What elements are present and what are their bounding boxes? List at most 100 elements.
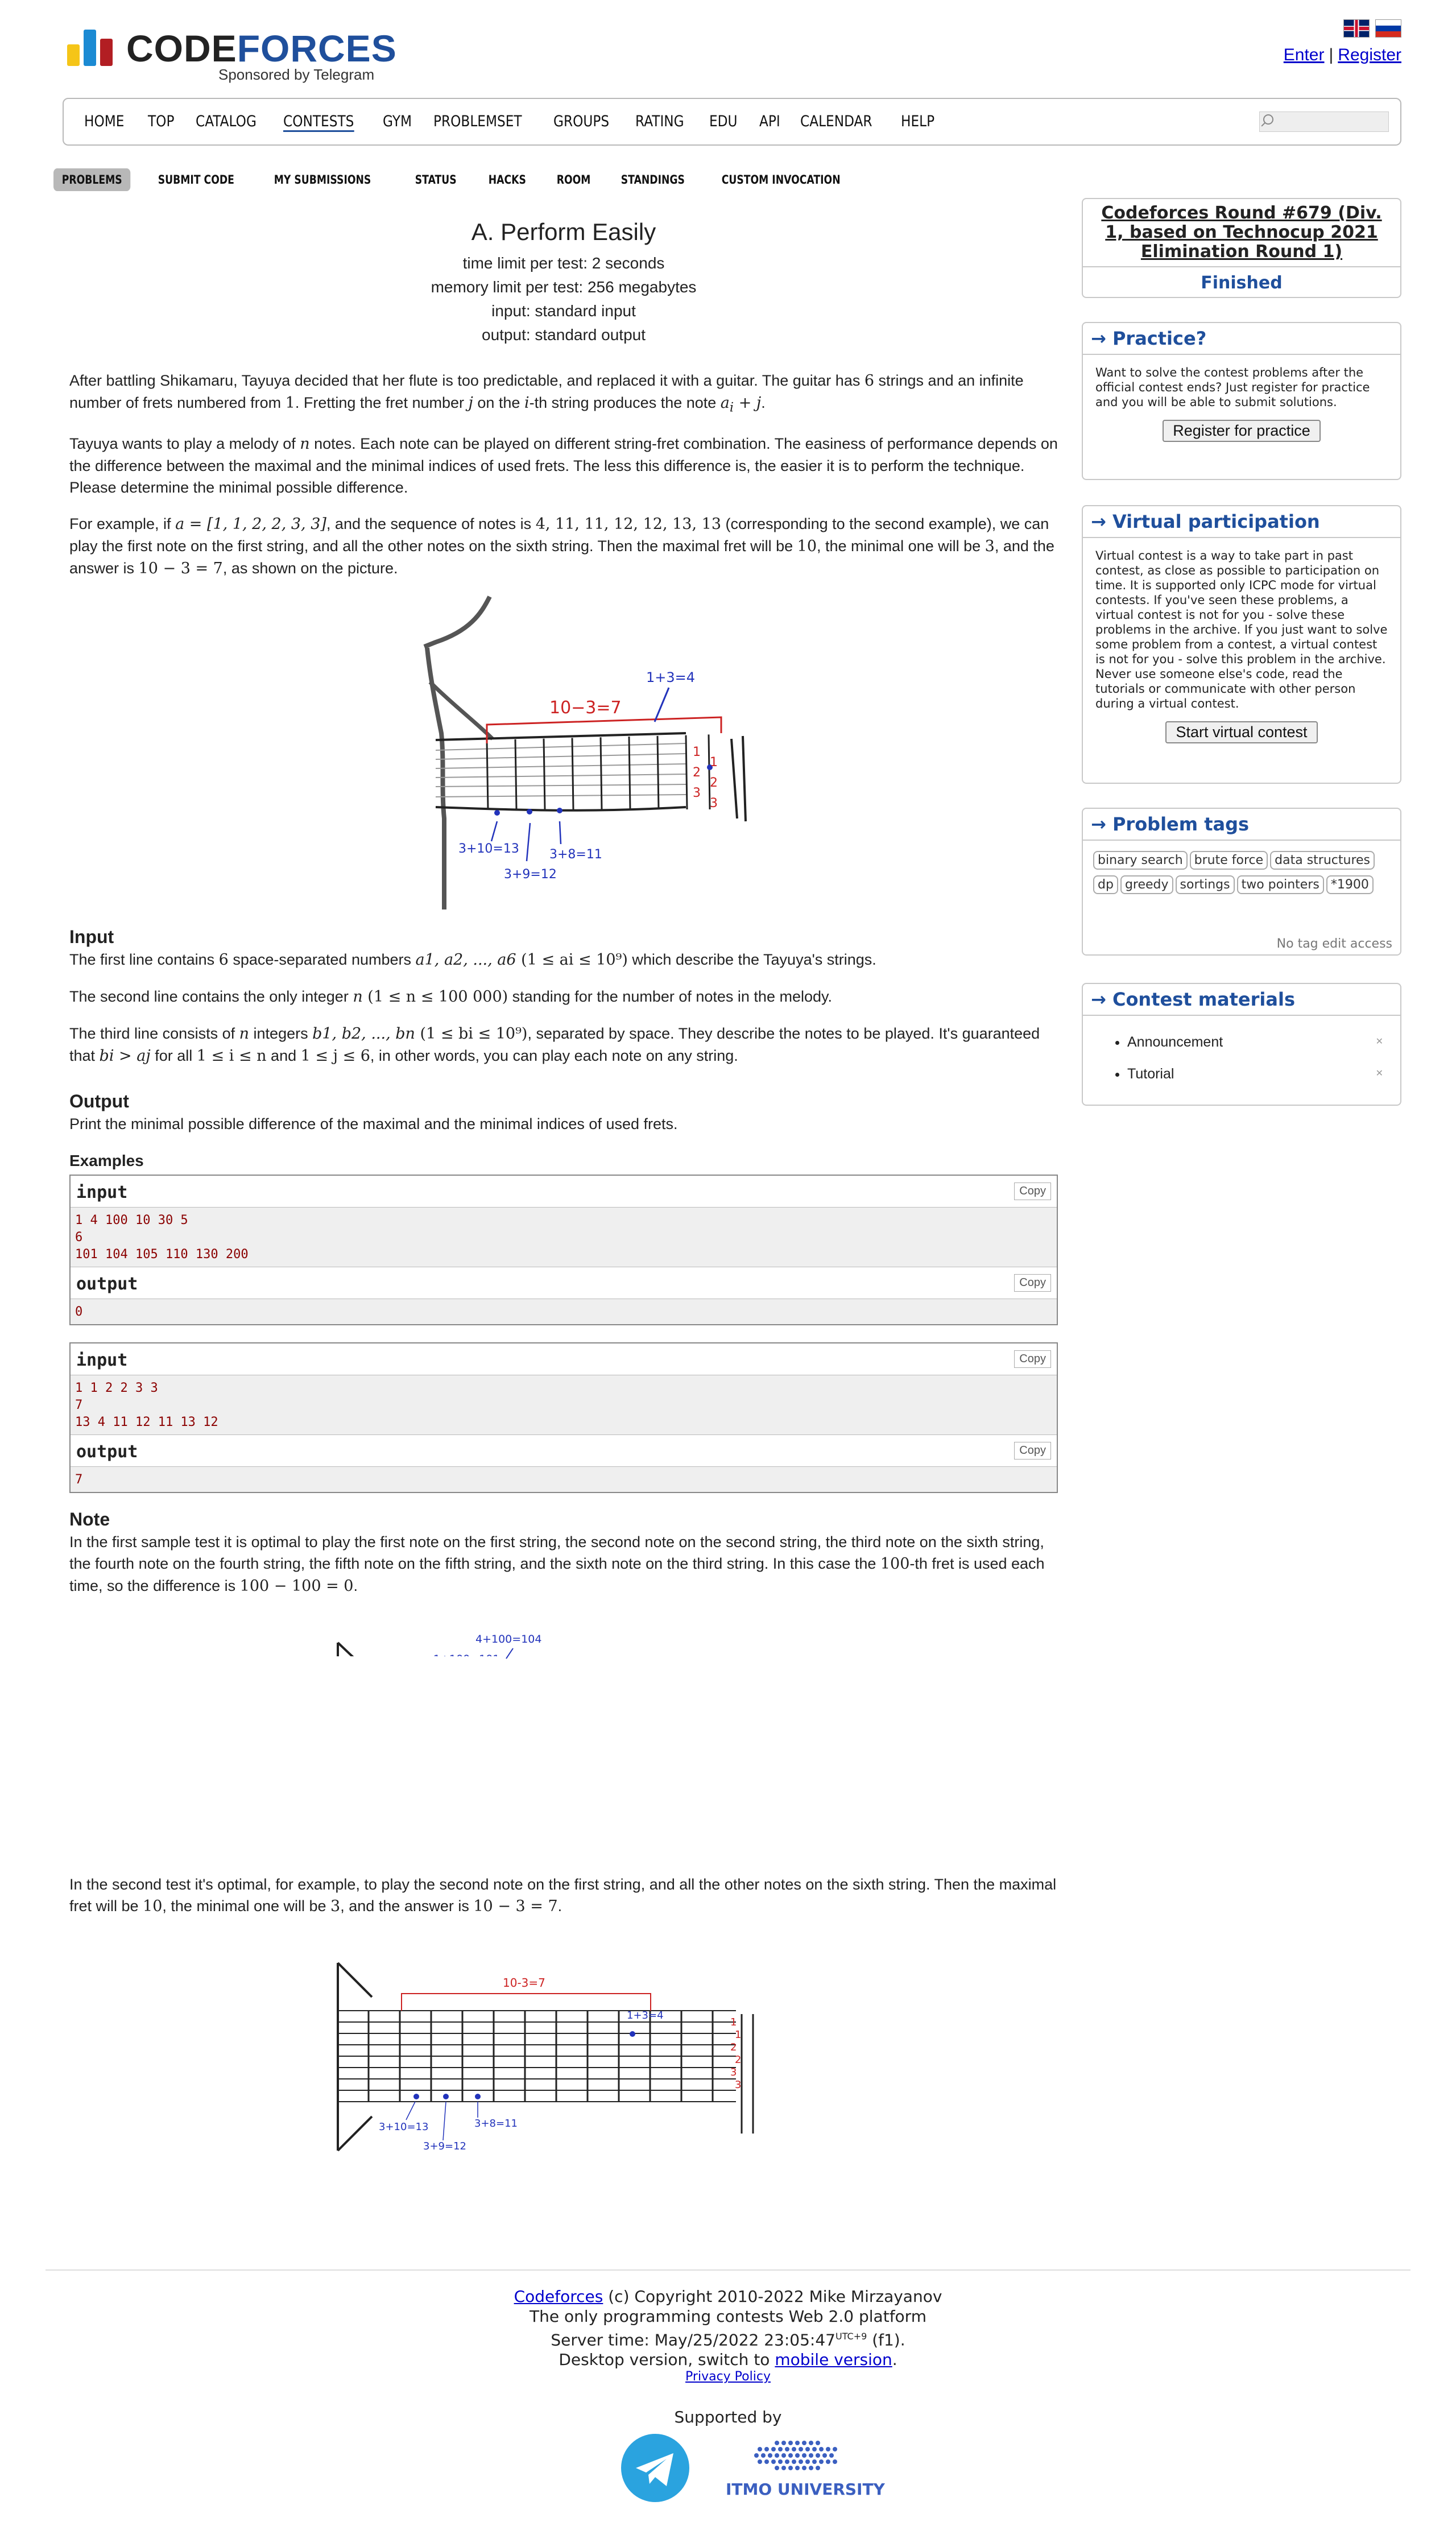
example-input-line: 6: [75, 1230, 83, 1245]
materials-list: Announcement ✕ Tutorial ✕: [1083, 1026, 1400, 1090]
start-virtual-button[interactable]: Start virtual contest: [1165, 721, 1318, 743]
subtab-custom-invocation[interactable]: CUSTOM INVOCATION: [713, 168, 849, 191]
fig1-fret: [599, 737, 603, 810]
fig3-string-label: 1: [735, 2029, 741, 2041]
time-limit: time limit per test: 2 seconds: [462, 254, 665, 272]
fig3-string-label: 2: [735, 2054, 741, 2066]
russia-flag-icon[interactable]: [1375, 19, 1401, 38]
tags-box: → Problem tags binary search brute force d…: [1082, 808, 1401, 956]
fig1-b3: 3+9=12: [504, 867, 557, 882]
enter-link[interactable]: Enter: [1284, 46, 1325, 64]
problem-title: A. Perform Easily: [471, 218, 656, 245]
material-announcement[interactable]: Announcement ✕: [1127, 1026, 1400, 1058]
itmo-dot: [758, 2459, 762, 2465]
itmo-logo-icon[interactable]: [751, 2438, 842, 2473]
supported-by: Supported by: [674, 2408, 782, 2427]
tag-two-pointers[interactable]: two pointers: [1236, 875, 1324, 894]
nav-item-problemset[interactable]: PROBLEMSET: [433, 113, 522, 132]
telegram-icon[interactable]: [620, 2433, 690, 2503]
nav-item-rating[interactable]: RATING: [635, 113, 684, 132]
itmo-dot: [809, 2441, 813, 2446]
note-figure-1: 4+100=104 1+100=101: [320, 1633, 615, 1668]
itmo-dot: [812, 2459, 817, 2465]
itmo-dot: [819, 2447, 824, 2452]
itmo-dot: [754, 2453, 759, 2458]
nav-item-calendar[interactable]: CALENDAR: [800, 113, 872, 132]
note-title: Note: [69, 1509, 110, 1530]
practice-title: → Practice?: [1083, 323, 1400, 355]
subtab-problems[interactable]: PROBLEMS: [53, 168, 131, 191]
tag-sortings[interactable]: sortings: [1175, 875, 1235, 894]
tag-dp[interactable]: dp: [1093, 875, 1118, 894]
language-flags: [1343, 19, 1401, 38]
nav-item-gym[interactable]: GYM: [383, 113, 412, 132]
problem-statement: A. Perform Easily time limit per test: 2…: [69, 210, 1058, 2179]
subtab-standings[interactable]: STANDINGS: [613, 168, 693, 191]
fig3-string-label: 3: [730, 2066, 737, 2078]
fig1-string-label: 2: [710, 776, 718, 790]
nav-item-groups[interactable]: GROUPS: [553, 113, 609, 132]
nav-item-help[interactable]: HELP: [901, 113, 934, 132]
fig3-b2: 3+8=11: [474, 2118, 518, 2130]
subtab-status[interactable]: STATUS: [407, 168, 465, 191]
nav-item-edu[interactable]: EDU: [709, 113, 738, 132]
itmo-dot: [816, 2441, 820, 2446]
copy-output-button[interactable]: Copy: [1014, 1274, 1051, 1292]
auth-links: Enter | Register: [1284, 46, 1401, 65]
fig3-bracket-label: 10-3=7: [503, 1976, 545, 1990]
output-title: Output: [69, 1091, 129, 1112]
output-file: output: standard output: [482, 326, 646, 344]
fig1-fret: [571, 738, 574, 810]
itmo-dot: [822, 2453, 827, 2458]
example-output-header: output Copy: [71, 1267, 1057, 1300]
mobile-version-link[interactable]: mobile version: [775, 2350, 892, 2369]
itmo-dot: [792, 2459, 796, 2465]
nav-item-top[interactable]: TOP: [148, 113, 174, 132]
subtab-my-submissions[interactable]: MY SUBMISSIONS: [266, 168, 379, 191]
nav-item-api[interactable]: API: [759, 113, 780, 132]
fig1-fret: [514, 739, 518, 810]
tag-greedy[interactable]: greedy: [1120, 875, 1173, 894]
input-line-1: The first line contains 6 space-separate…: [69, 951, 876, 969]
tag-brute-force[interactable]: brute force: [1189, 851, 1268, 870]
privacy-policy-link[interactable]: Privacy Policy: [685, 2370, 771, 2384]
example-output-line: 0: [75, 1305, 83, 1320]
copy-input-button[interactable]: Copy: [1014, 1350, 1051, 1369]
example-input-header: input Copy: [71, 1343, 1057, 1376]
register-practice-button[interactable]: Register for practice: [1163, 420, 1321, 442]
search-input[interactable]: [1259, 111, 1389, 132]
nav-item-contests[interactable]: CONTESTS: [283, 113, 354, 132]
subtab-submit-code[interactable]: SUBMIT CODE: [150, 168, 243, 191]
itmo-dot: [809, 2453, 813, 2458]
tag-1900[interactable]: *1900: [1326, 875, 1374, 894]
itmo-dot: [812, 2447, 817, 2452]
itmo-dot: [771, 2447, 776, 2452]
copy-input-button[interactable]: Copy: [1014, 1183, 1051, 1201]
fig1-string-label: 3: [693, 786, 701, 800]
itmo-dot: [816, 2453, 820, 2458]
itmo-dot: [829, 2453, 834, 2458]
tag-binary-search[interactable]: binary search: [1093, 851, 1188, 870]
uk-flag-icon[interactable]: [1343, 19, 1370, 38]
round-title[interactable]: Codeforces Round #679 (Div. 1, based on …: [1083, 199, 1400, 262]
itmo-dot: [781, 2453, 786, 2458]
itmo-dot: [785, 2447, 789, 2452]
itmo-dot: [788, 2441, 793, 2446]
itmo-dot: [764, 2447, 769, 2452]
tag-data-structures[interactable]: data structures: [1270, 851, 1375, 870]
itmo-dot: [805, 2447, 810, 2452]
memory-limit: memory limit per test: 256 megabytes: [431, 278, 697, 296]
nav-item-home[interactable]: HOME: [84, 113, 124, 132]
nav-item-catalog[interactable]: CATALOG: [196, 113, 257, 132]
material-tutorial[interactable]: Tutorial ✕: [1127, 1058, 1400, 1090]
register-link[interactable]: Register: [1338, 46, 1401, 64]
copy-output-button[interactable]: Copy: [1014, 1442, 1051, 1460]
fig1-fret: [628, 737, 631, 810]
subtab-room[interactable]: ROOM: [548, 168, 599, 191]
footer-codeforces-link[interactable]: Codeforces: [514, 2287, 603, 2306]
material-remove-icon: ✕: [1375, 1069, 1383, 1078]
fig3-string-label: 3: [735, 2079, 741, 2091]
subtab-hacks[interactable]: HACKS: [480, 168, 535, 191]
main-menu-list: HOME TOP CATALOG CONTESTS GYM PROBLEMSET GROUP…: [84, 113, 957, 132]
fig1-b2: 3+8=11: [549, 847, 602, 862]
